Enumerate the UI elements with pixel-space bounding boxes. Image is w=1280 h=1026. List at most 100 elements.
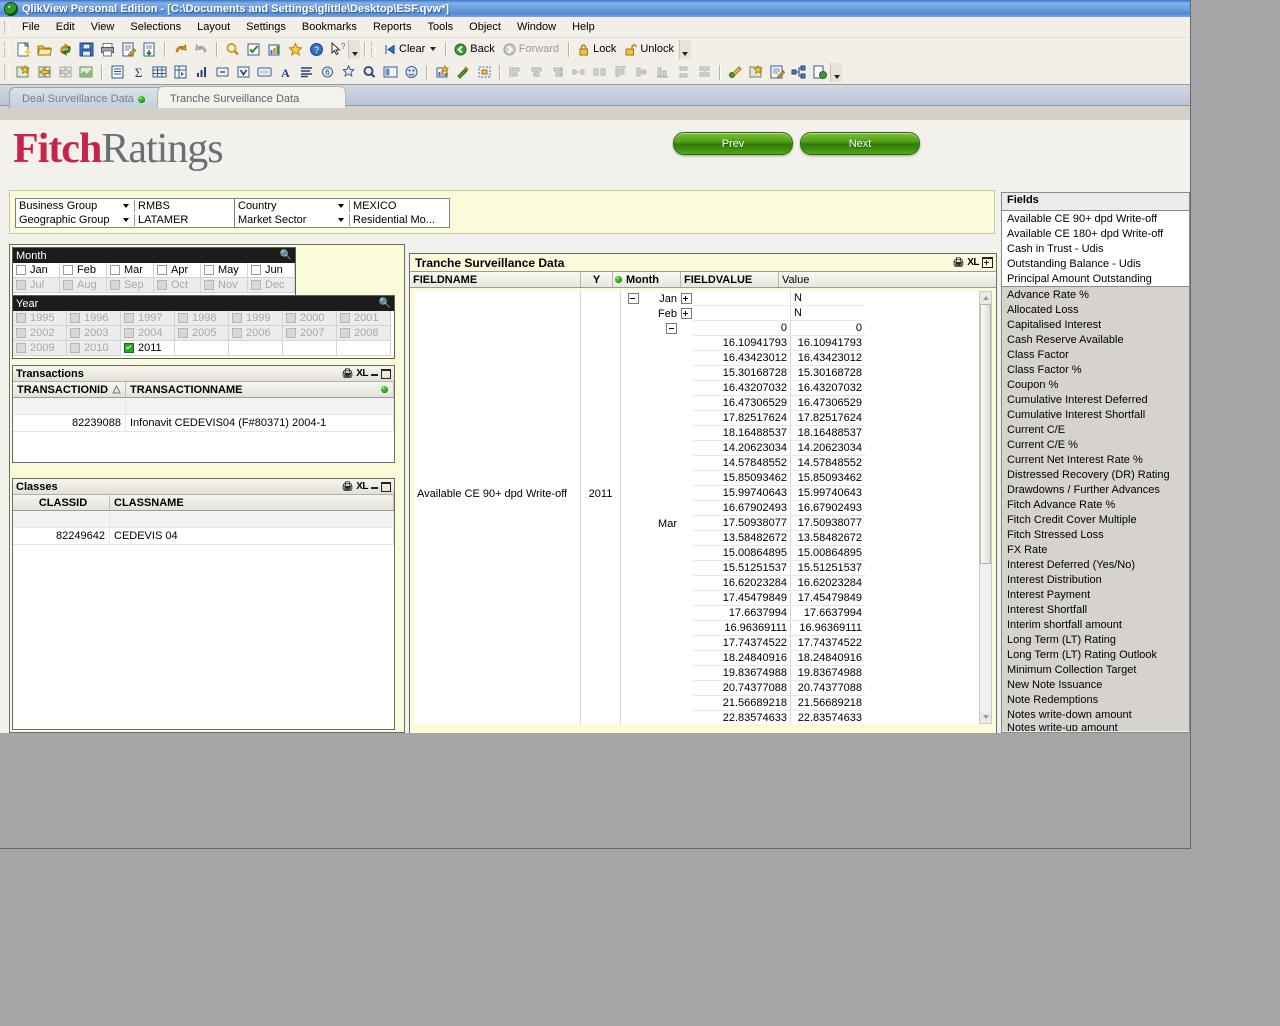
promote-sheet-icon[interactable] xyxy=(34,63,55,82)
field-item[interactable]: Advance Rate % xyxy=(1002,287,1189,302)
field-item[interactable]: Class Factor xyxy=(1002,347,1189,362)
column-header-classid[interactable]: CLASSID xyxy=(13,495,110,510)
context-help-icon[interactable]: ? xyxy=(327,40,348,59)
clear-button[interactable]: Clear xyxy=(380,39,441,60)
field-item[interactable]: Cumulative Interest Deferred xyxy=(1002,392,1189,407)
field-item[interactable]: Drawdowns / Further Advances xyxy=(1002,482,1189,497)
search-icon[interactable] xyxy=(222,40,243,59)
selector-geographic-group[interactable]: Geographic Group LATAMER xyxy=(16,213,234,227)
year-item-2009[interactable]: 2009 xyxy=(13,341,67,356)
field-item[interactable]: Interim shortfall amount xyxy=(1002,617,1189,632)
design-toolbar-overflow-button[interactable] xyxy=(830,62,842,82)
month-item-aug[interactable]: Aug xyxy=(60,278,107,293)
search-icon[interactable]: 🔍 xyxy=(280,250,292,261)
month-item-nov[interactable]: Nov xyxy=(201,278,248,293)
maximize-icon[interactable] xyxy=(381,481,391,492)
column-header-fieldvalue[interactable]: FIELDVALUE xyxy=(681,272,779,287)
month-item-mar[interactable]: Mar xyxy=(107,263,154,278)
year-item-2007[interactable]: 2007 xyxy=(283,326,337,341)
month-item-feb[interactable]: Feb xyxy=(60,263,107,278)
undo-icon[interactable] xyxy=(170,40,191,59)
field-item[interactable]: Class Factor % xyxy=(1002,362,1189,377)
pivot-row[interactable]: 16.43207032 16.43207032 xyxy=(414,381,989,396)
slider-icon[interactable]: 6 xyxy=(317,63,338,82)
pivot-row[interactable]: 20.74377088 20.74377088 xyxy=(414,681,989,696)
field-item[interactable]: Available CE 180+ dpd Write-off xyxy=(1002,226,1189,241)
year-item-2004[interactable]: 2004 xyxy=(121,326,175,341)
table-row[interactable]: 82249642 CEDEVIS 04 xyxy=(13,528,394,545)
menu-item-help[interactable]: Help xyxy=(564,19,603,35)
chevron-down-icon[interactable] xyxy=(338,218,344,222)
pivot-row[interactable]: 19.83674988 19.83674988 xyxy=(414,666,989,681)
collapse-minus-icon[interactable] xyxy=(627,293,639,304)
multi-box-icon[interactable] xyxy=(233,63,254,82)
chart-wizard-icon[interactable] xyxy=(264,40,285,59)
column-header-value[interactable]: Value xyxy=(779,272,869,287)
design-toolbar-grip[interactable] xyxy=(4,64,9,80)
scroll-up-arrow-icon[interactable] xyxy=(980,292,991,304)
column-header-y[interactable]: Y xyxy=(581,272,613,287)
month-item-jan[interactable]: Jan xyxy=(13,263,60,278)
pivot-month-expand-cell[interactable] xyxy=(679,306,693,321)
field-item[interactable]: Current C/E % xyxy=(1002,437,1189,452)
field-item[interactable]: Minimum Collection Target xyxy=(1002,662,1189,677)
chart-wizard-icon[interactable] xyxy=(432,63,453,82)
back-button[interactable]: Back xyxy=(451,39,499,60)
relationships-icon[interactable] xyxy=(788,63,809,82)
field-item[interactable]: Interest Distribution xyxy=(1002,572,1189,587)
year-item-1995[interactable]: 1995 xyxy=(13,311,67,326)
search-object-icon[interactable] xyxy=(359,63,380,82)
minimize-icon[interactable] xyxy=(371,374,378,376)
field-item[interactable]: Distressed Recovery (DR) Rating xyxy=(1002,467,1189,482)
statistics-box-icon[interactable]: Σ xyxy=(128,63,149,82)
field-item[interactable]: Interest Shortfall xyxy=(1002,602,1189,617)
year-item-2010[interactable]: 2010 xyxy=(67,341,121,356)
pivot-row[interactable]: 16.62023284 16.62023284 xyxy=(414,576,989,591)
year-item-2002[interactable]: 2002 xyxy=(13,326,67,341)
menu-item-bookmarks[interactable]: Bookmarks xyxy=(294,19,365,35)
chart-icon[interactable] xyxy=(191,63,212,82)
column-header-transactionid[interactable]: TRANSACTIONID xyxy=(13,382,126,397)
pivot-row[interactable]: 16.10941793 16.10941793 xyxy=(414,336,989,351)
scrollbar-thumb[interactable] xyxy=(980,304,991,564)
straight-table-icon[interactable] xyxy=(296,63,317,82)
prev-button[interactable]: Prev xyxy=(673,132,793,155)
field-item[interactable]: Cash Reserve Available xyxy=(1002,332,1189,347)
month-item-oct[interactable]: Oct xyxy=(154,278,201,293)
year-item-2001[interactable]: 2001 xyxy=(337,311,391,326)
expand-plus-icon[interactable] xyxy=(680,293,692,304)
selector-market-sector[interactable]: Market Sector Residential Mo... xyxy=(235,213,449,227)
month-item-dec[interactable]: Dec xyxy=(248,278,295,293)
year-item-1997[interactable]: 1997 xyxy=(121,311,175,326)
menu-item-settings[interactable]: Settings xyxy=(238,19,294,35)
export-icon[interactable] xyxy=(139,40,160,59)
pivot-row[interactable]: 17.6637994 17.6637994 xyxy=(414,606,989,621)
year-item-2011[interactable]: 2011 xyxy=(121,341,175,356)
pivot-row[interactable]: Mar 17.50938077 17.50938077 xyxy=(414,516,989,531)
pivot-row[interactable]: 22.83574633 22.83574633 xyxy=(414,711,989,724)
layout-snap-icon[interactable] xyxy=(474,63,495,82)
menu-item-reports[interactable]: Reports xyxy=(365,19,420,35)
macro-icon[interactable] xyxy=(725,63,746,82)
year-item-2006[interactable]: 2006 xyxy=(229,326,283,341)
pivot-vertical-scrollbar[interactable] xyxy=(979,291,992,724)
field-item[interactable]: Fitch Stressed Loss xyxy=(1002,527,1189,542)
year-item-2008[interactable]: 2008 xyxy=(337,326,391,341)
new-document-icon[interactable] xyxy=(13,40,34,59)
month-item-sep[interactable]: Sep xyxy=(107,278,154,293)
export-to-excel-icon[interactable]: XL xyxy=(356,481,368,492)
field-item[interactable]: Current C/E xyxy=(1002,422,1189,437)
print-icon[interactable] xyxy=(97,40,118,59)
field-item[interactable]: Notes write-up amount xyxy=(1002,722,1189,731)
sheet-tab-tranche-surveillance-data[interactable]: Tranche Surveillance Data xyxy=(157,86,346,108)
pivot-row[interactable]: Feb N xyxy=(414,306,989,321)
minimize-icon[interactable] xyxy=(371,487,378,489)
field-item[interactable]: Cumulative Interest Shortfall xyxy=(1002,407,1189,422)
pivot-row[interactable]: 17.45479849 17.45479849 xyxy=(414,591,989,606)
edit-script-icon[interactable] xyxy=(118,40,139,59)
maximize-icon[interactable] xyxy=(381,368,391,379)
save-icon[interactable] xyxy=(76,40,97,59)
field-item[interactable]: Outstanding Balance - Udis xyxy=(1002,256,1189,271)
pivot-row[interactable]: 16.43423012 16.43423012 xyxy=(414,351,989,366)
field-item[interactable]: Long Term (LT) Rating Outlook xyxy=(1002,647,1189,662)
